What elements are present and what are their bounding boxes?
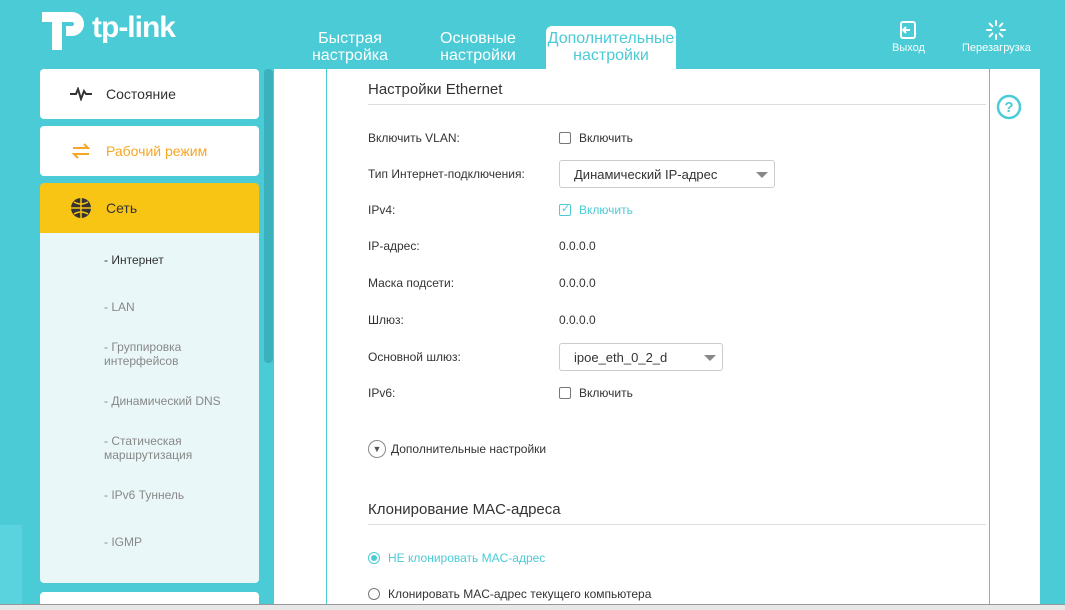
subnav-static-routing[interactable]: - Статическая маршрутизация — [40, 434, 259, 462]
default-gateway-label: Основной шлюз: — [368, 350, 461, 364]
mac-section-title: Клонирование MAC-адреса — [368, 501, 561, 518]
radio-label: Клонировать MAC-адрес текущего компьютер… — [388, 587, 652, 601]
tab-advanced[interactable]: Дополнительные настройки — [546, 26, 676, 70]
dropdown-arrow-icon — [704, 355, 716, 361]
settings-content: Настройки Ethernet Включить VLAN: Включи… — [326, 69, 990, 610]
logout-icon — [900, 21, 917, 39]
reboot-button[interactable]: Перезагрузка — [962, 20, 1031, 54]
logout-button[interactable]: Выход — [892, 20, 925, 54]
sidebar-item-label: Сеть — [106, 200, 138, 216]
checkbox-label: Включить — [579, 203, 633, 217]
radio-dot[interactable] — [368, 552, 380, 564]
svg-text:?: ? — [1004, 99, 1013, 116]
checkbox-label: Включить — [579, 131, 633, 145]
conn-type-label: Тип Интернет-подключения: — [368, 167, 525, 181]
radio-no-clone[interactable]: НЕ клонировать MAC-адрес — [368, 551, 545, 565]
brand-name: tp-link — [92, 11, 176, 44]
ethernet-section-title: Настройки Ethernet — [368, 81, 503, 98]
sidebar-item-label: Состояние — [106, 86, 176, 102]
subnav-ddns[interactable]: - Динамический DNS — [40, 394, 259, 408]
tp-link-logo: tp-link — [40, 6, 176, 50]
globe-icon — [68, 197, 94, 219]
subnav-igmp[interactable]: - IGMP — [40, 535, 259, 549]
dropdown-arrow-icon — [756, 172, 768, 178]
checkbox-box[interactable] — [559, 132, 571, 144]
ipv6-checkbox[interactable]: Включить — [559, 386, 633, 400]
subnav-ipv6-tunnel[interactable]: - IPv6 Туннель — [40, 488, 259, 502]
reboot-icon — [986, 20, 1007, 40]
subnav-interface-grouping[interactable]: - Группировка интерфейсов — [40, 340, 259, 368]
ipv6-label: IPv6: — [368, 386, 396, 400]
vlan-label: Включить VLAN: — [368, 131, 460, 145]
ipv4-label: IPv4: — [368, 203, 396, 217]
logout-label: Выход — [892, 42, 925, 54]
chevron-down-icon: ▼ — [368, 440, 386, 458]
conn-type-value: Динамический IP-адрес — [574, 167, 718, 182]
help-icon: ? — [996, 94, 1022, 120]
main-panel: Настройки Ethernet Включить VLAN: Включи… — [274, 69, 1040, 610]
network-subnav: - Интернет - LAN - Группировка интерфейс… — [40, 233, 259, 583]
top-tabs: Быстрая настройка Основные настройки Доп… — [290, 26, 684, 70]
gateway-value: 0.0.0.0 — [559, 313, 596, 327]
default-gateway-value: ipoe_eth_0_2_d — [574, 350, 668, 365]
ip-label: IP-адрес: — [368, 239, 420, 253]
gateway-label: Шлюз: — [368, 313, 404, 327]
subnav-internet[interactable]: - Интернет — [40, 253, 259, 267]
mask-label: Маска подсети: — [368, 276, 455, 290]
tab-quick-setup[interactable]: Быстрая настройка — [290, 26, 410, 70]
swap-icon — [68, 142, 94, 160]
sidebar: Состояние Рабочий режим Сеть - Интернет … — [40, 69, 259, 583]
tp-link-logo-icon — [42, 12, 84, 50]
radio-clone[interactable]: Клонировать MAC-адрес текущего компьютер… — [368, 587, 651, 601]
sidebar-item-operation-mode[interactable]: Рабочий режим — [40, 126, 259, 176]
divider — [368, 524, 986, 525]
taskbar-strip — [0, 604, 1065, 610]
sidebar-item-label: Рабочий режим — [106, 143, 208, 159]
sidebar-item-status[interactable]: Состояние — [40, 69, 259, 119]
checkbox-box[interactable] — [559, 202, 571, 216]
ip-value: 0.0.0.0 — [559, 239, 596, 253]
default-gateway-select[interactable]: ipoe_eth_0_2_d — [559, 343, 723, 371]
pulse-icon — [68, 87, 94, 101]
decorative-strip — [0, 525, 22, 610]
ipv4-checkbox[interactable]: Включить — [559, 202, 633, 217]
sidebar-item-network[interactable]: Сеть — [40, 183, 259, 233]
sidebar-scrollbar[interactable] — [264, 69, 273, 363]
checkbox-label: Включить — [579, 386, 633, 400]
conn-type-select[interactable]: Динамический IP-адрес — [559, 160, 775, 188]
vlan-checkbox[interactable]: Включить — [559, 131, 633, 145]
radio-label: НЕ клонировать MAC-адрес — [388, 551, 546, 565]
radio-dot[interactable] — [368, 588, 380, 600]
advanced-settings-toggle[interactable]: ▼ Дополнительные настройки — [368, 440, 546, 458]
reboot-label: Перезагрузка — [962, 42, 1031, 54]
help-button[interactable]: ? — [996, 94, 1022, 125]
mask-value: 0.0.0.0 — [559, 276, 596, 290]
divider — [368, 104, 986, 105]
advanced-settings-label: Дополнительные настройки — [391, 442, 547, 456]
subnav-lan[interactable]: - LAN — [40, 300, 259, 314]
tab-basic[interactable]: Основные настройки — [418, 26, 538, 70]
checkbox-box[interactable] — [559, 387, 571, 399]
